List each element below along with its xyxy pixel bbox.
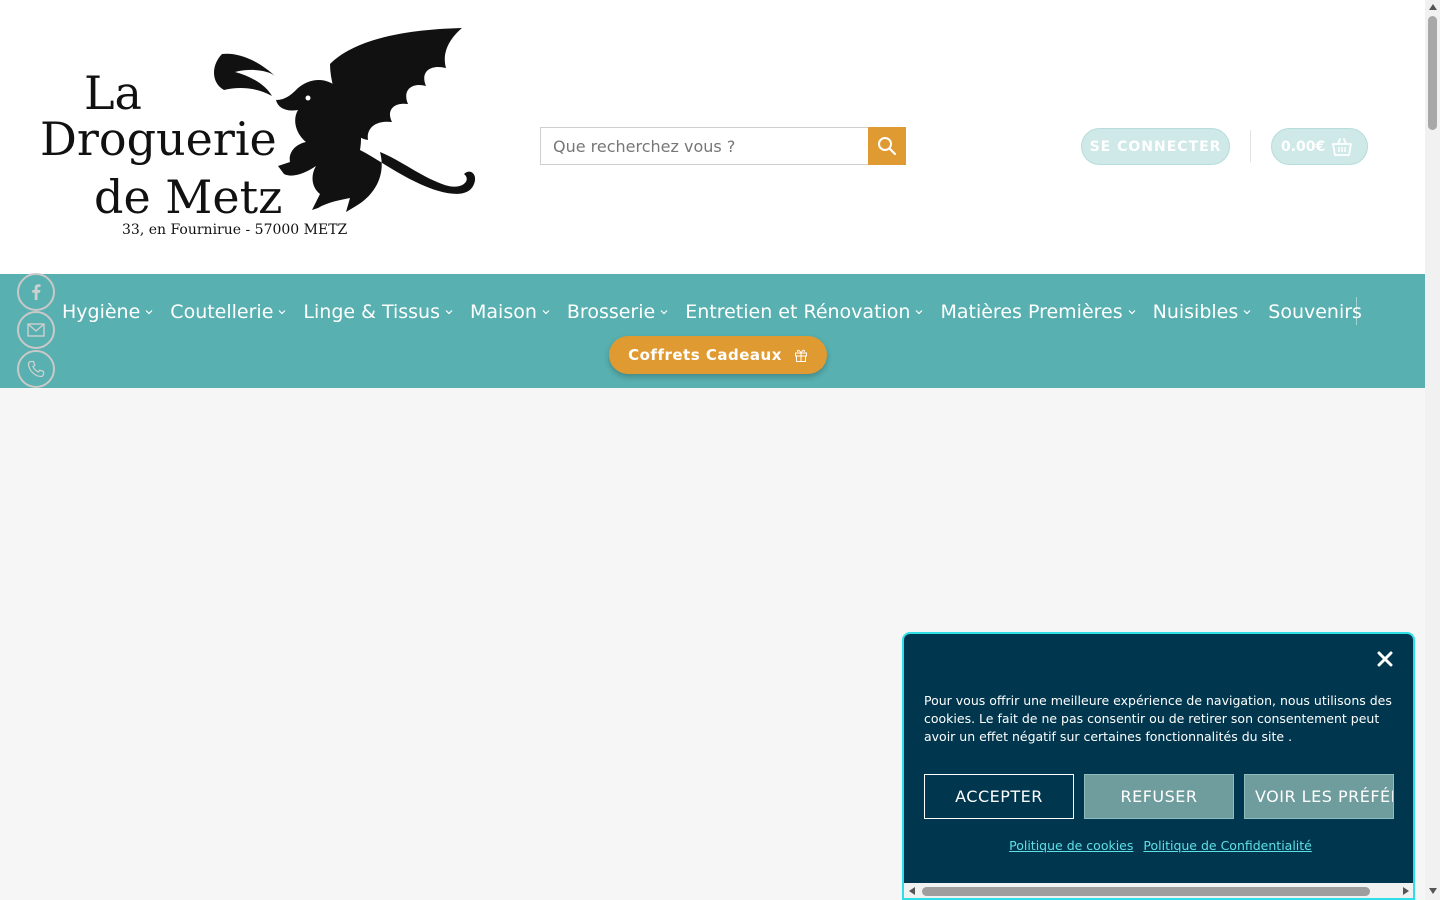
- nav-item-label: Souvenirs: [1268, 301, 1362, 323]
- dragon-icon: [214, 28, 476, 212]
- search-form: [540, 127, 906, 165]
- nav-item-label: Entretien et Rénovation: [685, 301, 911, 323]
- nav-item-coutellerie[interactable]: Coutellerie: [170, 301, 287, 323]
- gift-boxes-button[interactable]: Coffrets Cadeaux: [609, 336, 827, 374]
- nav-item-nuisibles[interactable]: Nuisibles: [1153, 301, 1253, 323]
- chevron-down-icon: [542, 310, 550, 315]
- cookie-policy-link[interactable]: Politique de cookies: [1009, 838, 1133, 853]
- facebook-icon: [32, 284, 41, 300]
- chevron-down-icon: [1128, 310, 1136, 315]
- nav-item-label: Linge & Tissus: [303, 301, 440, 323]
- nav-item-souvenirs[interactable]: Souvenirs: [1268, 301, 1362, 323]
- site-logo[interactable]: La Droguerie de Metz 33, en Fournirue - …: [40, 24, 480, 240]
- nav-item-label: Matières Premières: [940, 301, 1123, 323]
- nav-item-linge-tissus[interactable]: Linge & Tissus: [303, 301, 454, 323]
- chevron-down-icon: [145, 310, 153, 315]
- page: La Droguerie de Metz 33, en Fournirue - …: [0, 0, 1425, 900]
- cookie-preferences-button[interactable]: VOIR LES PRÉFÉRENCES: [1244, 774, 1394, 819]
- close-icon: [1377, 651, 1393, 667]
- refuse-cookies-button[interactable]: REFUSER: [1084, 774, 1234, 819]
- search-input[interactable]: [540, 127, 868, 165]
- login-button[interactable]: SE CONNECTER: [1081, 128, 1230, 165]
- email-link[interactable]: [17, 311, 55, 349]
- scroll-down-arrow[interactable]: [1429, 888, 1437, 894]
- cookie-close-button[interactable]: [1374, 648, 1396, 670]
- vertical-scroll-thumb[interactable]: [1428, 16, 1437, 130]
- cart-total: 0.00€: [1281, 138, 1326, 155]
- nav-item-entretien-renovation[interactable]: Entretien et Rénovation: [685, 301, 924, 323]
- nav-item-label: Brosserie: [566, 301, 656, 323]
- site-header: La Droguerie de Metz 33, en Fournirue - …: [0, 0, 1425, 274]
- facebook-link[interactable]: [17, 273, 55, 311]
- nav-divider: [1356, 297, 1357, 325]
- nav-item-label: Coutellerie: [170, 301, 274, 323]
- nav-item-label: Nuisibles: [1152, 301, 1239, 323]
- privacy-policy-link[interactable]: Politique de Confidentialité: [1143, 838, 1311, 853]
- cookie-policy-links: Politique de cookies Politique de Confid…: [904, 838, 1413, 853]
- nav-item-label: Hygiène: [62, 301, 141, 323]
- scroll-left-arrow[interactable]: [909, 887, 915, 895]
- horizontal-scroll-thumb[interactable]: [922, 887, 1370, 896]
- basket-icon: [1332, 137, 1353, 156]
- cart-button[interactable]: 0.00€: [1271, 128, 1368, 165]
- logo-address: 33, en Fournirue - 57000 METZ: [122, 222, 348, 238]
- scroll-right-arrow[interactable]: [1403, 887, 1409, 895]
- chevron-down-icon: [916, 310, 923, 315]
- phone-icon: [27, 360, 45, 378]
- chevron-down-icon: [278, 310, 286, 315]
- horizontal-scrollbar[interactable]: [904, 883, 1413, 898]
- nav-item-hygiene[interactable]: Hygiène: [62, 301, 154, 323]
- search-button[interactable]: [868, 127, 906, 165]
- chevron-down-icon: [445, 310, 453, 315]
- accept-cookies-button[interactable]: ACCEPTER: [924, 774, 1074, 819]
- header-divider: [1250, 130, 1251, 162]
- chevron-down-icon: [1243, 310, 1251, 315]
- nav-item-label: Maison: [470, 301, 537, 323]
- mail-icon: [27, 323, 45, 337]
- nav-item-matieres-premieres[interactable]: Matières Premières: [940, 301, 1136, 323]
- nav-item-maison[interactable]: Maison: [470, 301, 551, 323]
- scroll-up-arrow[interactable]: [1429, 4, 1437, 10]
- gift-icon: [794, 349, 807, 362]
- search-icon: [878, 137, 897, 156]
- cookie-message: Pour vous offrir une meilleure expérienc…: [924, 693, 1392, 744]
- cookie-consent-banner: Pour vous offrir une meilleure expérienc…: [902, 632, 1415, 900]
- phone-link[interactable]: [17, 350, 55, 388]
- nav-item-brosserie[interactable]: Brosserie: [567, 301, 669, 323]
- gift-button-label: Coffrets Cadeaux: [628, 346, 782, 364]
- nav-menu: Hygiène Coutellerie Linge & Tissus Maiso…: [62, 298, 1378, 326]
- chevron-down-icon: [660, 310, 668, 315]
- vertical-scrollbar[interactable]: [1425, 0, 1440, 900]
